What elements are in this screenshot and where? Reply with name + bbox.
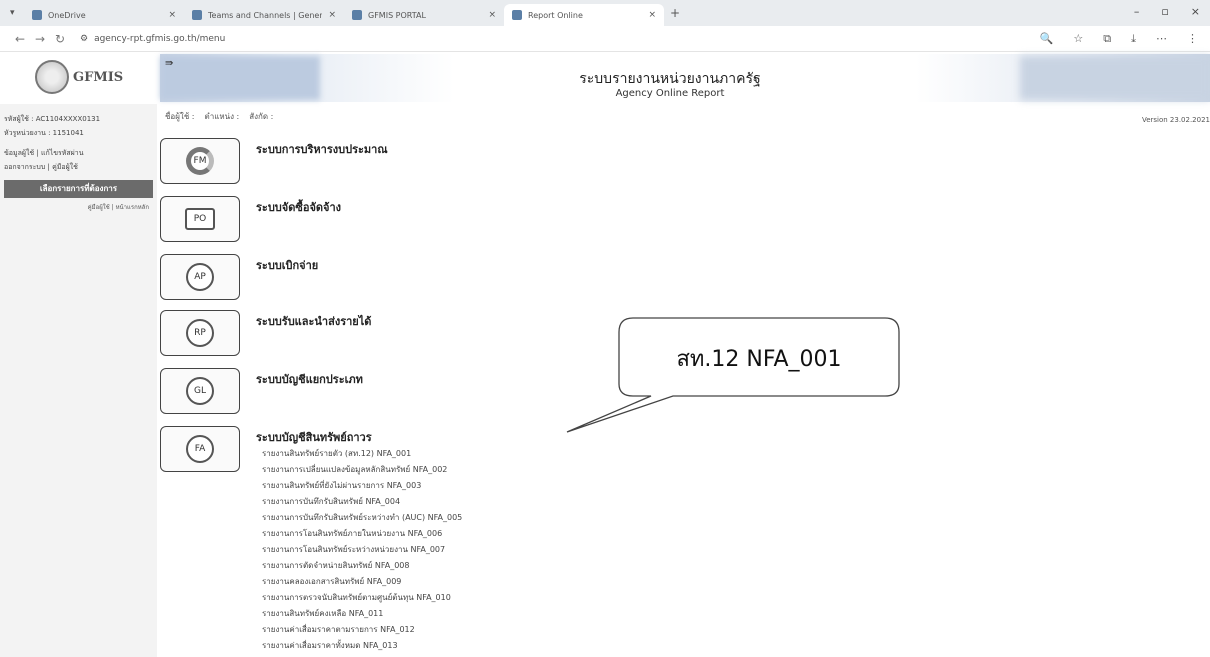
version-text: Version 23.02.2021 <box>1141 116 1210 124</box>
fixed-asset-icon[interactable]: FA <box>160 426 240 472</box>
browser-tab-gfmis-portal[interactable]: GFMIS PORTAL × <box>344 4 504 26</box>
report-link-nfa-007[interactable]: รายงานการโอนสินทรัพย์ระหว่างหน่วยงาน NFA… <box>262 542 462 558</box>
module-fm[interactable]: FM ระบบการบริหารงบประมาณ <box>160 138 388 184</box>
back-icon[interactable]: ← <box>10 32 30 46</box>
gfmis-favicon-icon <box>352 10 362 20</box>
report-link-nfa-004[interactable]: รายงานการบันทึกรับสินทรัพย์ NFA_004 <box>262 494 462 510</box>
module-po-label[interactable]: ระบบจัดซื้อจัดจ้าง <box>256 198 341 216</box>
close-tab-icon[interactable]: × <box>168 10 176 20</box>
callout-annotation: สท.12 NFA_001 <box>566 317 900 433</box>
menu-toggle-icon[interactable]: ⇛ <box>165 58 173 69</box>
disbursement-icon[interactable]: AP <box>160 254 240 300</box>
browser-tab-strip: ▾ OneDrive × Teams and Channels | Genera… <box>0 0 1210 26</box>
close-tab-icon[interactable]: × <box>488 10 496 20</box>
browser-address-bar: ← → ↻ ⚙ agency-rpt.gfmis.go.th/menu 🔍 ☆ … <box>0 26 1210 52</box>
module-ap[interactable]: AP ระบบเบิกจ่าย <box>160 254 318 300</box>
download-icon[interactable]: ⤓ <box>1131 32 1136 46</box>
gfmis-seal-icon <box>35 60 69 94</box>
gfmis-logo: GFMIS <box>35 60 123 94</box>
user-info-bar: ชื่อผู้ใช้ : ตำแหน่ง : สังกัด : <box>165 110 273 123</box>
callout-text: สท.12 NFA_001 <box>676 347 841 372</box>
profile-icon[interactable]: ⋯ <box>1156 32 1167 46</box>
extensions-icon[interactable]: ⧉ <box>1103 32 1111 46</box>
onedrive-favicon-icon <box>32 10 42 20</box>
header-blurred-banner-left <box>160 56 320 100</box>
browser-tab-onedrive[interactable]: OneDrive × <box>24 4 184 26</box>
module-ap-label[interactable]: ระบบเบิกจ่าย <box>256 256 318 274</box>
browser-tab-report-online[interactable]: Report Online × <box>504 4 664 26</box>
reload-icon[interactable]: ↻ <box>50 32 70 46</box>
close-tab-icon[interactable]: × <box>648 10 656 20</box>
callout-bubble <box>566 317 900 433</box>
module-gl-label[interactable]: ระบบบัญชีแยกประเภท <box>256 370 363 388</box>
new-tab-button[interactable]: + <box>670 6 680 20</box>
url-field[interactable]: ⚙ agency-rpt.gfmis.go.th/menu <box>80 34 225 44</box>
shopping-cart-icon[interactable]: PO <box>160 196 240 242</box>
report-link-nfa-002[interactable]: รายงานการเปลี่ยนแปลงข้อมูลหลักสินทรัพย์ … <box>262 462 462 478</box>
user-label: ชื่อผู้ใช้ : <box>165 112 195 121</box>
affiliation-label: สังกัด : <box>249 112 274 121</box>
position-label: ตำแหน่ง : <box>204 112 240 121</box>
select-item-button[interactable]: เลือกรายการที่ต้องการ <box>4 180 153 198</box>
module-gl[interactable]: GL ระบบบัญชีแยกประเภท <box>160 368 363 414</box>
report-link-nfa-010[interactable]: รายงานการตรวจนับสินทรัพย์ตามศูนย์ต้นทุน … <box>262 590 462 606</box>
report-link-nfa-012[interactable]: รายงานค่าเสื่อมราคาตามรายการ NFA_012 <box>262 622 462 638</box>
close-tab-icon[interactable]: × <box>328 10 336 20</box>
report-link-nfa-008[interactable]: รายงานการตัดจำหน่ายสินทรัพย์ NFA_008 <box>262 558 462 574</box>
report-link-nfa-005[interactable]: รายงานการบันทึกรับสินทรัพย์ระหว่างทำ (AU… <box>262 510 462 526</box>
report-link-nfa-001[interactable]: รายงานสินทรัพย์รายตัว (สท.12) NFA_001 <box>262 446 462 462</box>
page-content: ⇛ GFMIS ระบบรายงานหน่วยงานภาครัฐ Agency … <box>0 52 1210 657</box>
report-link-nfa-009[interactable]: รายงานคลองเอกสารสินทรัพย์ NFA_009 <box>262 574 462 590</box>
close-window-icon[interactable]: × <box>1191 5 1200 18</box>
module-fa-label[interactable]: ระบบบัญชีสินทรัพย์ถาวร <box>256 428 372 446</box>
sidebar-user-id: รหัสผู้ใช้ : AC1104XXXX0131 <box>4 115 101 123</box>
tab-search-icon[interactable]: ▾ <box>10 8 24 18</box>
sidebar-logout-links[interactable]: ออกจากระบบ | คู่มือผู้ใช้ <box>0 160 157 174</box>
module-fm-label[interactable]: ระบบการบริหารงบประมาณ <box>256 140 388 158</box>
sidebar-unit: หัวรูหน่วยงาน : 1151041 <box>4 129 84 137</box>
report-link-nfa-006[interactable]: รายงานการโอนสินทรัพย์ภายในหน่วยงาน NFA_0… <box>262 526 462 542</box>
report-link-nfa-011[interactable]: รายงานสินทรัพย์คงเหลือ NFA_011 <box>262 606 462 622</box>
browser-tab-teams[interactable]: Teams and Channels | General × <box>184 4 344 26</box>
page-header: ⇛ GFMIS ระบบรายงานหน่วยงานภาครัฐ Agency … <box>0 52 1210 124</box>
site-info-icon[interactable]: ⚙ <box>80 34 88 44</box>
report-link-nfa-013[interactable]: รายงานค่าเสื่อมราคาทั้งหมด NFA_013 <box>262 638 462 654</box>
report-link-nfa-003[interactable]: รายงานสินทรัพย์ที่ยังไม่ผ่านรายการ NFA_0… <box>262 478 462 494</box>
ledger-icon[interactable]: GL <box>160 368 240 414</box>
sidebar: รหัสผู้ใช้ : AC1104XXXX0131 หัวรูหน่วยงา… <box>0 104 157 657</box>
page-title: ระบบรายงานหน่วยงานภาครัฐ <box>579 71 761 87</box>
revenue-icon[interactable]: RP <box>160 310 240 356</box>
sidebar-user-links[interactable]: ข้อมูลผู้ใช้ | แก้ไขรหัสผ่าน <box>0 146 157 160</box>
minimize-icon[interactable]: – <box>1134 5 1140 18</box>
more-menu-icon[interactable]: ⋮ <box>1187 32 1198 46</box>
window-controls: – ▫ × <box>1134 5 1200 18</box>
page-subtitle: Agency Online Report <box>615 88 725 99</box>
module-po[interactable]: PO ระบบจัดซื้อจัดจ้าง <box>160 196 341 242</box>
bookmark-star-icon[interactable]: ☆ <box>1073 32 1083 46</box>
zoom-icon[interactable]: 🔍 <box>1040 32 1054 46</box>
module-rp-label[interactable]: ระบบรับและนำส่งรายได้ <box>256 312 371 330</box>
browser-toolbar: 🔍 ☆ ⧉ ⤓ ⋯ ⋮ <box>1040 32 1198 46</box>
maximize-icon[interactable]: ▫ <box>1161 5 1168 18</box>
fa-report-list: รายงานสินทรัพย์รายตัว (สท.12) NFA_001 รา… <box>262 446 462 654</box>
module-rp[interactable]: RP ระบบรับและนำส่งรายได้ <box>160 310 371 356</box>
budget-icon[interactable]: FM <box>160 138 240 184</box>
sidebar-manual-link[interactable]: คู่มือผู้ใช้ | หน้าแรกหลัก <box>0 202 157 212</box>
header-blurred-banner-right <box>1020 56 1210 100</box>
report-favicon-icon <box>512 10 522 20</box>
forward-icon[interactable]: → <box>30 32 50 46</box>
teams-favicon-icon <box>192 10 202 20</box>
